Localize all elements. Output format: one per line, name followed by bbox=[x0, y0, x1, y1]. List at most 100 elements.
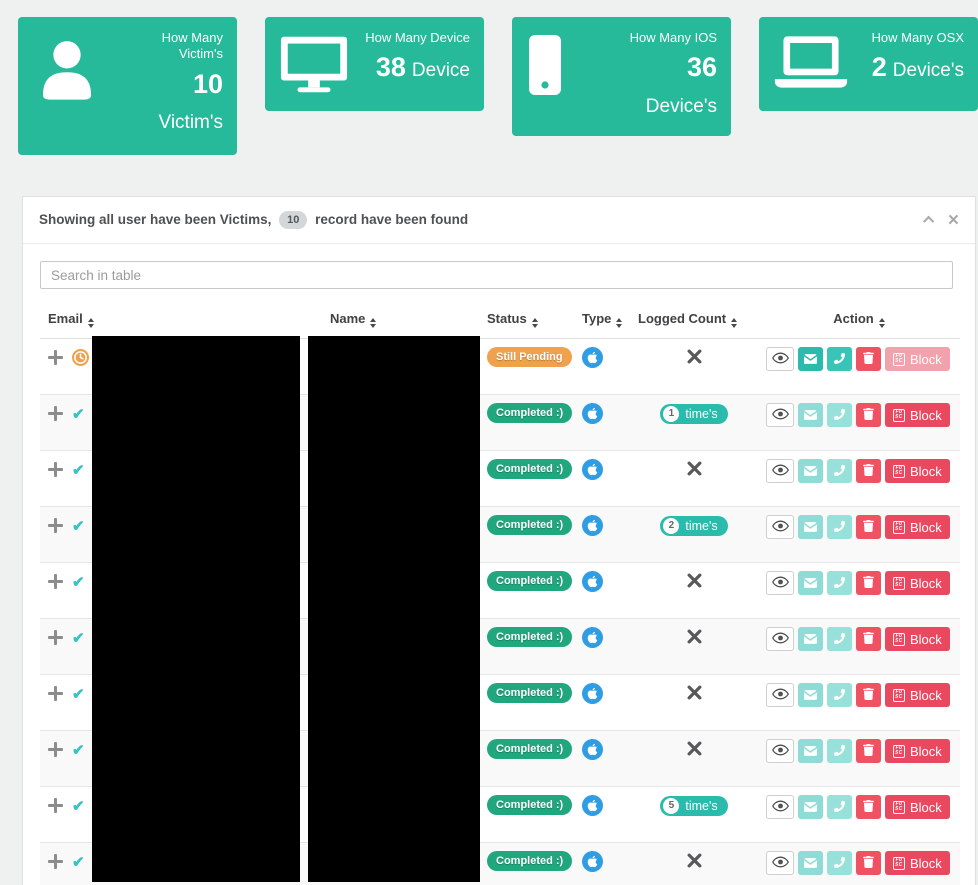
expand-row-icon[interactable] bbox=[48, 350, 63, 365]
x-mark-icon bbox=[687, 573, 702, 593]
send-mail-button[interactable] bbox=[798, 571, 823, 595]
expand-row-icon[interactable] bbox=[48, 462, 63, 477]
column-header-action[interactable]: Action bbox=[758, 302, 960, 339]
ban-glyph-icon: F0 5C bbox=[893, 632, 905, 646]
view-button[interactable] bbox=[766, 515, 794, 539]
phone-icon bbox=[833, 464, 845, 479]
view-button[interactable] bbox=[766, 683, 794, 707]
stat-card-unit: Device's bbox=[892, 60, 964, 82]
send-mail-button[interactable] bbox=[798, 795, 823, 819]
send-mail-button[interactable] bbox=[798, 515, 823, 539]
send-mail-button[interactable] bbox=[798, 851, 823, 875]
stat-card-label: How Many OSX bbox=[871, 30, 964, 45]
view-button[interactable] bbox=[766, 851, 794, 875]
block-button[interactable]: F0 5C Block bbox=[885, 571, 950, 595]
completed-check-icon: ✔ bbox=[72, 686, 85, 703]
logged-count-number: 5 bbox=[663, 797, 680, 814]
delete-button[interactable] bbox=[856, 347, 881, 371]
expand-row-icon[interactable] bbox=[48, 406, 63, 421]
delete-button[interactable] bbox=[856, 627, 881, 651]
delete-button[interactable] bbox=[856, 739, 881, 763]
delete-button[interactable] bbox=[856, 515, 881, 539]
delete-button[interactable] bbox=[856, 459, 881, 483]
x-mark-icon bbox=[687, 685, 702, 705]
view-button[interactable] bbox=[766, 403, 794, 427]
send-mail-button[interactable] bbox=[798, 739, 823, 763]
block-button[interactable]: F0 5C Block bbox=[885, 683, 950, 707]
call-button[interactable] bbox=[827, 739, 852, 763]
phone-icon bbox=[833, 520, 845, 535]
view-button[interactable] bbox=[766, 627, 794, 651]
view-button[interactable] bbox=[766, 571, 794, 595]
send-mail-button[interactable] bbox=[798, 347, 823, 371]
status-badge: Completed :) bbox=[487, 683, 573, 703]
block-button[interactable]: F0 5C Block bbox=[885, 739, 950, 763]
collapse-panel-icon[interactable] bbox=[922, 215, 935, 228]
expand-row-icon[interactable] bbox=[48, 854, 63, 869]
phone-icon bbox=[833, 352, 845, 367]
panel-header: Showing all user have been Victims, 10 r… bbox=[23, 197, 975, 244]
delete-button[interactable] bbox=[856, 403, 881, 427]
column-header-name[interactable]: Name bbox=[322, 302, 479, 339]
envelope-icon bbox=[804, 408, 817, 423]
block-button-label: Block bbox=[910, 407, 942, 423]
column-label: Type bbox=[582, 311, 612, 326]
delete-button[interactable] bbox=[856, 571, 881, 595]
block-button[interactable]: F0 5C Block bbox=[885, 795, 950, 819]
stat-card-label: How Many Victim's bbox=[161, 30, 223, 62]
call-button[interactable] bbox=[827, 795, 852, 819]
block-button[interactable]: F0 5C Block bbox=[885, 515, 950, 539]
phone-icon bbox=[833, 800, 845, 815]
send-mail-button[interactable] bbox=[798, 459, 823, 483]
stat-card: How Many OSX 2 Device's bbox=[759, 17, 978, 111]
block-button[interactable]: F0 5C Block bbox=[885, 403, 950, 427]
eye-icon bbox=[771, 632, 789, 647]
call-button[interactable] bbox=[827, 571, 852, 595]
status-badge: Completed :) bbox=[487, 459, 573, 479]
block-button[interactable]: F0 5C Block bbox=[885, 851, 950, 875]
block-button[interactable]: F0 5C Block bbox=[885, 459, 950, 483]
call-button[interactable] bbox=[827, 347, 852, 371]
send-mail-button[interactable] bbox=[798, 403, 823, 427]
trash-icon bbox=[863, 407, 874, 423]
expand-row-icon[interactable] bbox=[48, 742, 63, 757]
status-badge: Completed :) bbox=[487, 795, 573, 815]
eye-icon bbox=[771, 744, 789, 759]
panel-tools: × bbox=[922, 211, 959, 230]
envelope-icon bbox=[804, 352, 817, 367]
call-button[interactable] bbox=[827, 851, 852, 875]
trash-icon bbox=[863, 799, 874, 815]
expand-row-icon[interactable] bbox=[48, 686, 63, 701]
delete-button[interactable] bbox=[856, 851, 881, 875]
call-button[interactable] bbox=[827, 459, 852, 483]
view-button[interactable] bbox=[766, 459, 794, 483]
envelope-icon bbox=[804, 688, 817, 703]
call-button[interactable] bbox=[827, 515, 852, 539]
close-panel-icon[interactable]: × bbox=[948, 211, 959, 230]
view-button[interactable] bbox=[766, 739, 794, 763]
send-mail-button[interactable] bbox=[798, 683, 823, 707]
phone-icon bbox=[833, 856, 845, 871]
column-header-type[interactable]: Type bbox=[574, 302, 630, 339]
block-button[interactable]: F0 5C Block bbox=[885, 347, 950, 371]
column-header-status[interactable]: Status bbox=[479, 302, 574, 339]
completed-check-icon: ✔ bbox=[72, 574, 85, 591]
expand-row-icon[interactable] bbox=[48, 574, 63, 589]
delete-button[interactable] bbox=[856, 795, 881, 819]
expand-row-icon[interactable] bbox=[48, 518, 63, 533]
call-button[interactable] bbox=[827, 403, 852, 427]
column-header-email[interactable]: Email bbox=[40, 302, 322, 339]
delete-button[interactable] bbox=[856, 683, 881, 707]
view-button[interactable] bbox=[766, 795, 794, 819]
search-input[interactable] bbox=[40, 261, 953, 289]
view-button[interactable] bbox=[766, 347, 794, 371]
call-button[interactable] bbox=[827, 683, 852, 707]
send-mail-button[interactable] bbox=[798, 627, 823, 651]
column-header-logged-count[interactable]: Logged Count bbox=[630, 302, 758, 339]
stat-card-text: How Many Victim's 10 Victim's bbox=[102, 30, 223, 135]
trash-icon bbox=[863, 575, 874, 591]
call-button[interactable] bbox=[827, 627, 852, 651]
block-button[interactable]: F0 5C Block bbox=[885, 627, 950, 651]
expand-row-icon[interactable] bbox=[48, 630, 63, 645]
expand-row-icon[interactable] bbox=[48, 798, 63, 813]
